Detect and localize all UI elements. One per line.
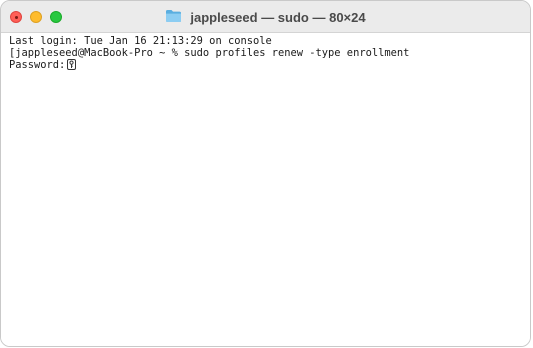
terminal-line-password: Password: [9,59,530,71]
terminal-window: jappleseed — sudo — 80×24 Last login: Tu… [0,0,531,347]
folder-icon [166,10,182,23]
password-prompt: Password: [9,59,66,71]
terminal-line-last-login: Last login: Tue Jan 16 21:13:29 on conso… [9,35,272,47]
key-icon [67,59,77,70]
window-title-area: jappleseed — sudo — 80×24 [1,8,530,26]
window-title: jappleseed — sudo — 80×24 [190,9,366,25]
terminal-line-command: [jappleseed@MacBook-Pro ~ % sudo profile… [9,47,410,59]
title-bar[interactable]: jappleseed — sudo — 80×24 [1,1,530,33]
terminal-output[interactable]: Last login: Tue Jan 16 21:13:29 on conso… [1,33,530,346]
